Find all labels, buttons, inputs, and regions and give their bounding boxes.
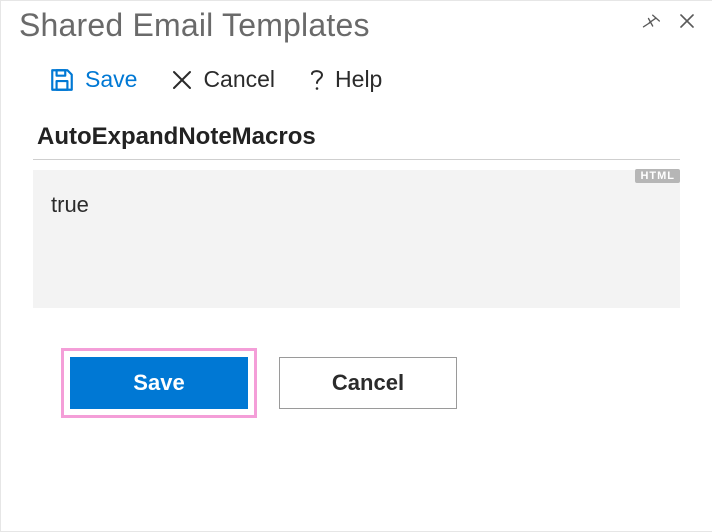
close-icon (680, 14, 694, 33)
toolbar-cancel[interactable]: Cancel (171, 66, 275, 93)
property-name-underline (33, 159, 680, 160)
footer: Save Cancel (33, 308, 680, 418)
title-controls (640, 13, 698, 35)
toolbar-cancel-label: Cancel (203, 66, 275, 93)
toolbar-help-label: Help (335, 66, 382, 93)
cancel-icon (171, 69, 193, 91)
property-value-editor[interactable]: true (33, 170, 680, 308)
titlebar: Shared Email Templates (1, 1, 712, 66)
pin-button[interactable] (640, 13, 662, 35)
shared-email-templates-pane: Shared Email Templates (0, 0, 712, 532)
toolbar: Save Cancel (1, 66, 712, 123)
toolbar-save-label: Save (85, 66, 137, 93)
help-icon (309, 67, 325, 93)
pin-icon (641, 13, 661, 34)
toolbar-save[interactable]: Save (49, 66, 137, 93)
save-button[interactable]: Save (70, 357, 248, 409)
editor-wrap: HTML true (33, 170, 680, 308)
property-name-field[interactable]: AutoExpandNoteMacros (33, 123, 680, 159)
cancel-button[interactable]: Cancel (279, 357, 457, 409)
save-icon (49, 67, 75, 93)
page-title: Shared Email Templates (19, 7, 370, 44)
save-highlight-ring: Save (61, 348, 257, 418)
toolbar-help[interactable]: Help (309, 66, 382, 93)
content: AutoExpandNoteMacros HTML true Save Canc… (1, 123, 712, 418)
html-badge[interactable]: HTML (635, 169, 680, 183)
close-button[interactable] (676, 13, 698, 35)
